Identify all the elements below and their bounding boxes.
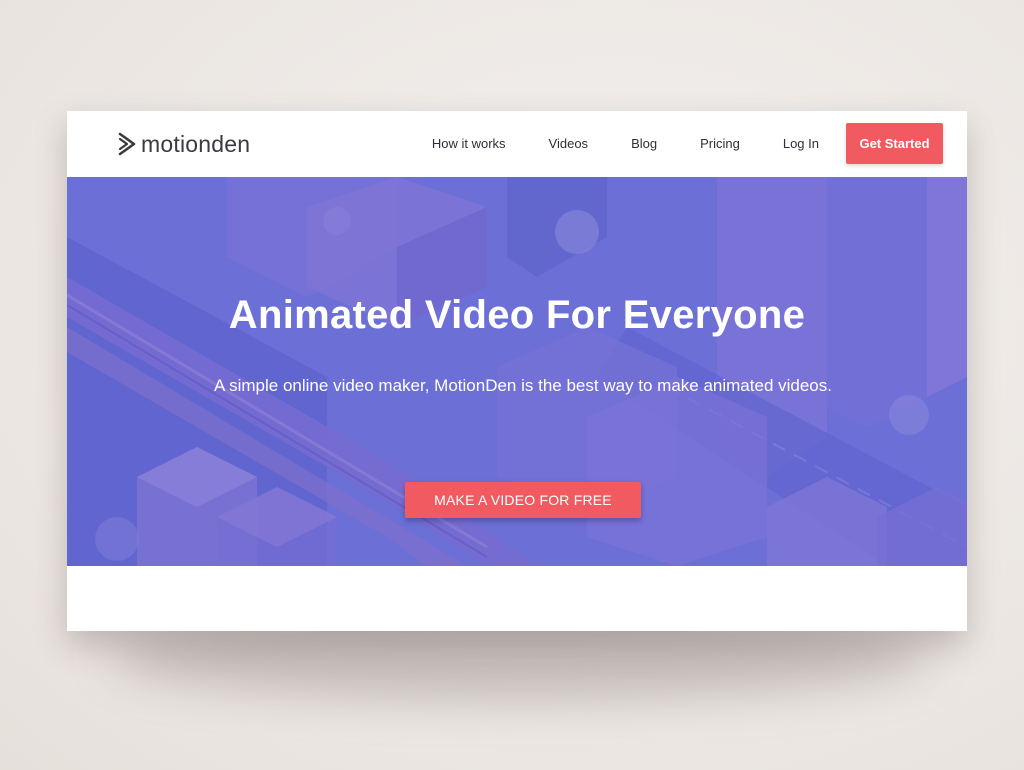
nav-log-in[interactable]: Log In [783,136,819,151]
website-frame: motionden How it works Videos Blog Prici… [67,111,967,631]
get-started-button[interactable]: Get Started [846,123,943,164]
nav-blog[interactable]: Blog [631,136,657,151]
nav-videos[interactable]: Videos [549,136,589,151]
brand-logo[interactable]: motionden [117,129,250,159]
play-chevron-icon [118,132,136,156]
nav-how-it-works[interactable]: How it works [432,136,506,151]
hero-title: Animated Video For Everyone [228,293,806,337]
brand-name: motionden [141,130,251,157]
make-video-button[interactable]: MAKE A VIDEO FOR FREE [405,482,641,518]
nav-menu: How it works Videos Blog Pricing Log In … [432,123,943,164]
mockup-backdrop: motionden How it works Videos Blog Prici… [0,0,1024,770]
hero-subtitle: A simple online video maker, MotionDen i… [214,376,832,395]
content-area [67,566,967,631]
hero-section: Animated Video For Everyone A simple onl… [67,177,967,566]
nav-pricing[interactable]: Pricing [700,136,740,151]
top-navbar: motionden How it works Videos Blog Prici… [67,111,967,177]
